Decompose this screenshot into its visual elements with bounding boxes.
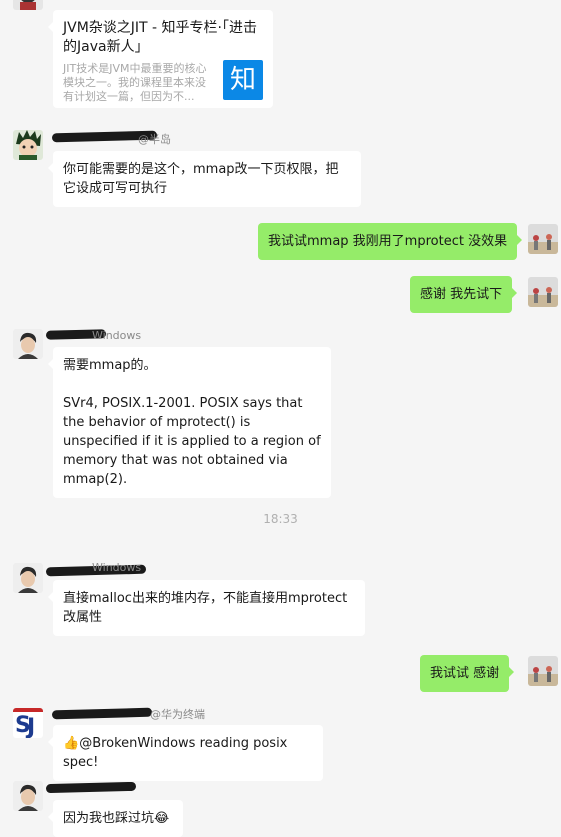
outgoing-bubble[interactable]: 我试试mmap 我刚用了mprotect 没效果 <box>258 223 523 260</box>
sender-name-fragment: @华为终端 <box>150 708 205 721</box>
link-card-title: JVM杂谈之JIT - 知乎专栏·「进击的Java新人」 <box>63 20 257 55</box>
message-text: 感谢 我先试下 <box>420 287 503 302</box>
message-bubble[interactable]: 因为我也踩过坑😂 <box>48 800 183 837</box>
avatar-man[interactable] <box>13 563 43 593</box>
avatar-self[interactable] <box>528 224 558 254</box>
avatar-man[interactable] <box>13 781 43 811</box>
message-text: 我试试 感谢 <box>430 666 500 681</box>
avatar-top[interactable] <box>13 0 43 10</box>
message-text: 需要mmap的。 <box>63 358 157 373</box>
svg-text:J: J <box>25 715 35 738</box>
avatar-sj[interactable]: SJ <box>13 708 43 738</box>
avatar-man[interactable] <box>13 329 43 359</box>
sender-name-fragment: Windows <box>92 561 142 574</box>
message-text: 我试试mmap 我刚用了mprotect 没效果 <box>268 234 508 249</box>
thumbs-up-icon: 👍 <box>63 736 80 751</box>
avatar-self[interactable] <box>528 656 558 686</box>
laughing-emoji-icon: 😂 <box>154 811 170 826</box>
timestamp: 18:33 <box>263 512 298 526</box>
sender-name-fragment: @半岛 <box>138 133 171 146</box>
outgoing-bubble[interactable]: 我试试 感谢 <box>420 655 515 692</box>
message-text: 因为我也踩过坑 <box>63 811 155 826</box>
message-bubble[interactable]: 需要mmap的。 SVr4, POSIX.1-2001. POSIX says … <box>48 347 331 498</box>
link-card-description: JIT技术是JVM中最重要的核心模块之一。我的课程里本来没有计划这一篇，但因为不… <box>63 62 207 103</box>
message-bubble[interactable]: 直接malloc出来的堆内存，不能直接用mprotect改属性 <box>48 580 365 636</box>
message-bubble[interactable]: 👍@BrokenWindows reading posix spec! <box>48 725 323 781</box>
sender-name-fragment: Windows <box>92 329 142 342</box>
outgoing-bubble[interactable]: 感谢 我先试下 <box>410 276 518 313</box>
redacted-name <box>51 707 153 720</box>
avatar-self[interactable] <box>528 277 558 307</box>
link-card[interactable]: JVM杂谈之JIT - 知乎专栏·「进击的Java新人」 JIT技术是JVM中最… <box>48 10 273 108</box>
message-text: 你可能需要的是这个，mmap改一下页权限，把它设成可写可执行 <box>63 162 339 196</box>
redacted-name <box>45 781 137 794</box>
zhihu-icon: 知 <box>223 60 263 100</box>
message-text: 直接malloc出来的堆内存，不能直接用mprotect改属性 <box>63 591 348 625</box>
message-bubble[interactable]: 你可能需要的是这个，mmap改一下页权限，把它设成可写可执行 <box>48 151 361 207</box>
message-text: @BrokenWindows reading posix spec! <box>63 736 288 770</box>
avatar-anime[interactable] <box>13 130 43 160</box>
message-text: SVr4, POSIX.1-2001. POSIX says that the … <box>63 396 321 487</box>
